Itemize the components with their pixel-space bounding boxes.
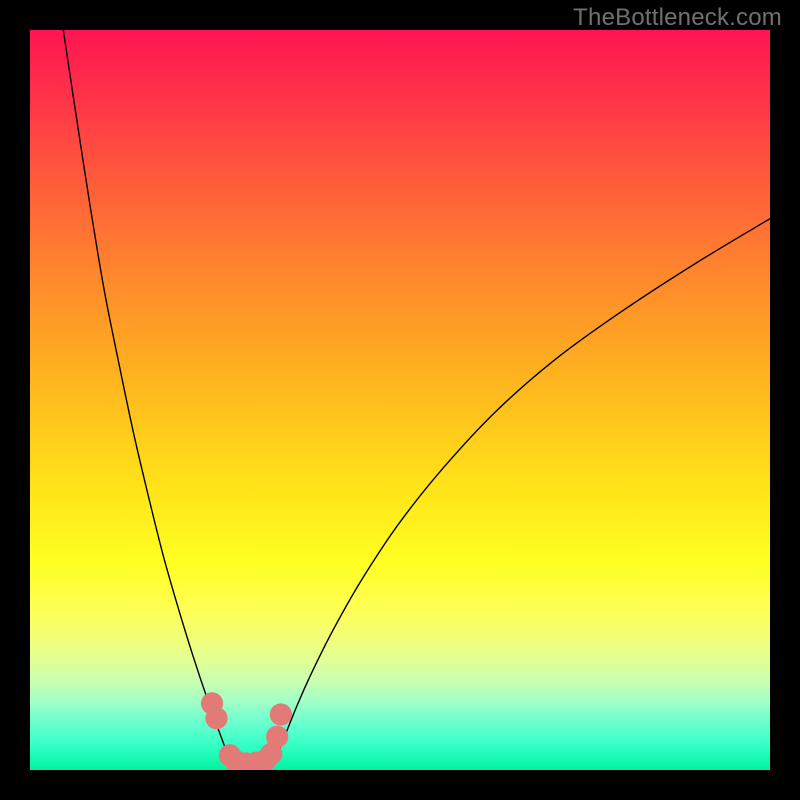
chart-frame: TheBottleneck.com xyxy=(0,0,800,800)
marker-point xyxy=(270,703,292,725)
watermark-text: TheBottleneck.com xyxy=(573,4,782,32)
series-right-branch xyxy=(271,219,771,770)
marker-point xyxy=(266,726,288,748)
marker-cluster xyxy=(201,692,292,770)
marker-point xyxy=(205,707,227,729)
chart-svg xyxy=(30,30,770,770)
series-left-branch xyxy=(63,30,233,770)
plot-area xyxy=(30,30,770,770)
